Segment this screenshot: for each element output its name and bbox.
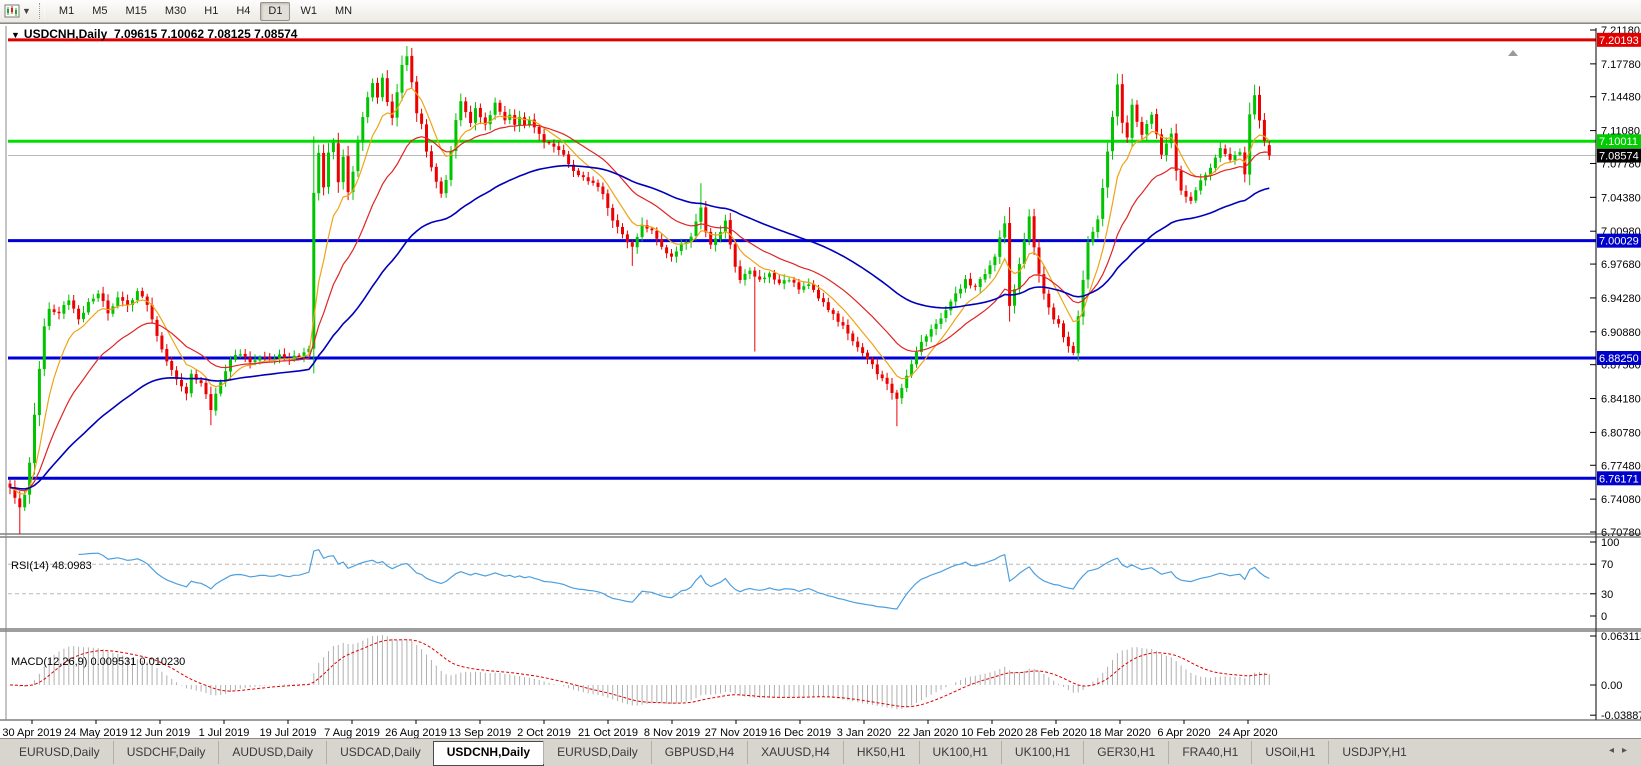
date-axis-label: 30 Apr 2019 [2,727,61,738]
timeframe-button-m1[interactable]: M1 [51,2,82,21]
svg-text:6.76171: 6.76171 [1599,473,1639,485]
date-axis-label: 3 Jan 2020 [837,727,891,738]
chart-title: ▼ USDCNH,Daily 7.09615 7.10062 7.08125 7.… [11,27,297,41]
price-tick-label: 6.74080 [1601,494,1641,506]
date-axis-label: 27 Nov 2019 [705,727,767,738]
toolbar: ▼ M1M5M15M30H1H4D1W1MN [0,0,1641,23]
svg-text:7.00029: 7.00029 [1599,236,1639,248]
date-axis-label: 28 Feb 2020 [1025,727,1087,738]
timeframe-button-m30[interactable]: M30 [157,2,194,21]
price-tick-label: 6.77480 [1601,460,1641,472]
ma-line-8 [10,88,1269,494]
chart-shift-marker[interactable] [1508,50,1518,56]
date-axis-label: 10 Feb 2020 [961,727,1023,738]
date-axis-label: 12 Jun 2019 [130,727,191,738]
chart-tab-0-eurusd-daily[interactable]: EURUSD,Daily [6,741,113,764]
chart-tab-5-eurusd-daily[interactable]: EURUSD,Daily [543,741,651,764]
toolbar-grip [39,3,45,19]
rsi-line [79,550,1270,609]
date-axis-label: 13 Sep 2019 [449,727,511,738]
date-axis-label: 21 Oct 2019 [578,727,638,738]
date-axis-label: 24 May 2019 [64,727,128,738]
price-tick-label: 6.90880 [1601,327,1641,339]
chart-window: 7.211807.177807.144807.110807.077807.043… [0,23,1641,738]
macd-signal-line [10,640,1269,707]
rsi-value: 48.0983 [52,560,92,572]
candlestick-series [9,46,1271,534]
price-tick-label: 7.14480 [1601,92,1641,104]
price-tick-label: 6.94280 [1601,293,1641,305]
timeframe-button-d1[interactable]: D1 [260,2,290,21]
chart-tabbar: EURUSD,DailyUSDCHF,DailyAUDUSD,DailyUSDC… [0,738,1641,766]
ma-line-55 [10,166,1269,489]
date-axis-label: 6 Apr 2020 [1157,727,1210,738]
date-axis-label: 19 Jul 2019 [260,727,317,738]
chart-tab-4-usdcnh-daily[interactable]: USDCNH,Daily [433,741,544,766]
tabs-container: EURUSD,DailyUSDCHF,DailyAUDUSD,DailyUSDC… [6,741,1420,766]
date-axis-label: 18 Mar 2020 [1089,727,1151,738]
chart-dropdown-caret[interactable]: ▼ [22,6,31,16]
chart-tab-10-uk100-h1[interactable]: UK100,H1 [1001,741,1083,764]
chart-tab-3-usdcad-daily[interactable]: USDCAD,Daily [326,741,434,764]
chart-quote-line: 7.09615 7.10062 7.08125 7.08574 [114,27,298,41]
tab-scroll-right-icon[interactable]: ▸ [1622,746,1627,756]
chart-tab-7-xauusd-h4[interactable]: XAUUSD,H4 [747,741,843,764]
chart-tab-1-usdchf-daily[interactable]: USDCHF,Daily [113,741,219,764]
chart-canvas[interactable]: 7.211807.177807.144807.110807.077807.043… [0,23,1641,738]
rsi-axis-label: 100 [1601,537,1619,549]
rsi-axis-label: 70 [1601,559,1613,571]
chart-tab-13-usoil-h1[interactable]: USOil,H1 [1251,741,1328,764]
timeframe-button-h1[interactable]: H1 [196,2,226,21]
date-axis-label: 26 Aug 2019 [385,727,447,738]
timeframe-button-mn[interactable]: MN [327,2,360,21]
date-axis-label: 24 Apr 2020 [1218,727,1277,738]
price-tick-label: 7.04380 [1601,192,1641,204]
macd-values: 0.009531 0.010230 [90,656,185,668]
chart-tab-9-uk100-h1[interactable]: UK100,H1 [919,741,1001,764]
tab-scroll-arrows: ◂ ▸ [1609,741,1635,756]
macd-axis-label: 0.063113 [1601,631,1641,643]
chart-tab-6-gbpusd-h4[interactable]: GBPUSD,H4 [651,741,747,764]
chart-menu-caret[interactable]: ▼ [11,30,20,40]
timeframe-button-w1[interactable]: W1 [292,2,325,21]
rsi-axis-label: 30 [1601,589,1613,601]
rsi-label: RSI(14) 48.0983 [11,560,92,572]
chart-tab-11-ger30-h1[interactable]: GER30,H1 [1083,741,1168,764]
price-tick-label: 6.80780 [1601,427,1641,439]
timeframe-buttons: M1M5M15M30H1H4D1W1MN [50,2,361,21]
date-axis-label: 16 Dec 2019 [769,727,831,738]
chart-type-icon[interactable] [3,3,21,19]
price-tick-label: 6.97680 [1601,259,1641,271]
tab-scroll-left-icon[interactable]: ◂ [1609,746,1614,756]
date-axis-label: 8 Nov 2019 [644,727,700,738]
timeframe-button-h4[interactable]: H4 [228,2,258,21]
date-axis-label: 7 Aug 2019 [324,727,380,738]
chart-tab-8-hk50-h1[interactable]: HK50,H1 [843,741,919,764]
price-tick-label: 7.17780 [1601,59,1641,71]
date-axis-label: 2 Oct 2019 [517,727,571,738]
price-tick-label: 6.84180 [1601,394,1641,406]
timeframe-button-m5[interactable]: M5 [84,2,115,21]
rsi-axis-label: 0 [1601,611,1607,623]
macd-axis-label: 0.00 [1601,680,1622,692]
timeframe-button-m15[interactable]: M15 [117,2,154,21]
moving-average-lines [10,88,1269,494]
date-axis-label: 1 Jul 2019 [199,727,250,738]
svg-text:7.10011: 7.10011 [1599,136,1638,148]
macd-histogram [10,635,1269,709]
chart-tab-14-usdjpy-h1[interactable]: USDJPY,H1 [1328,741,1419,764]
svg-text:6.88250: 6.88250 [1599,353,1639,365]
ma-line-21 [10,125,1269,491]
chart-symbol-label: USDCNH,Daily [24,27,107,41]
chart-tab-2-audusd-daily[interactable]: AUDUSD,Daily [218,741,326,764]
chart-tab-12-fra40-h1[interactable]: FRA40,H1 [1168,741,1251,764]
macd-label: MACD(12,26,9) 0.009531 0.010230 [11,656,185,668]
svg-text:7.20193: 7.20193 [1599,35,1639,47]
date-axis-label: 22 Jan 2020 [898,727,959,738]
svg-text:7.08574: 7.08574 [1599,151,1639,163]
